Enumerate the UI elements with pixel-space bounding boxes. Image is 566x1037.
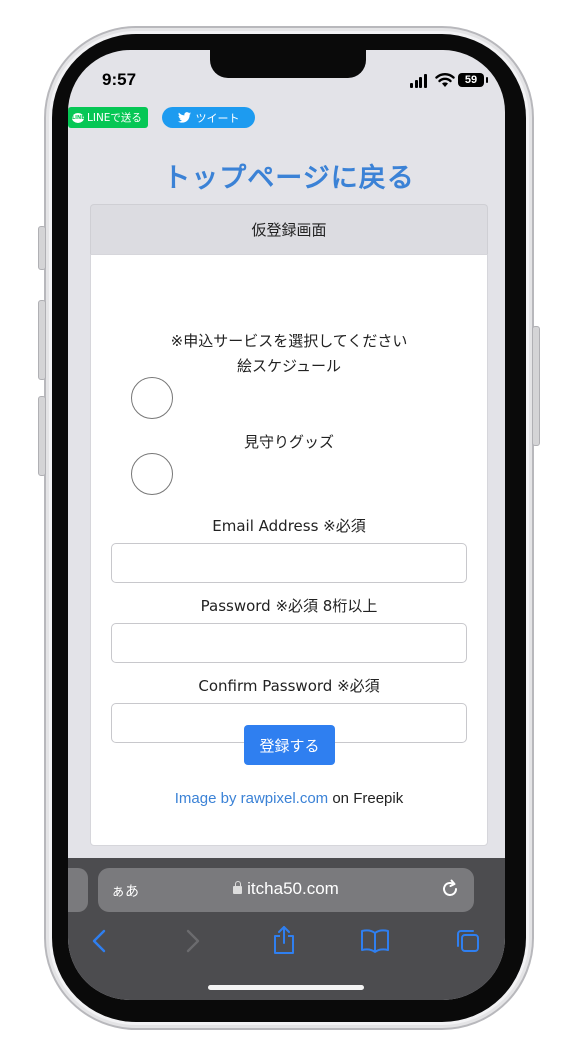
- tabs-icon[interactable]: [454, 928, 482, 954]
- top-page-link[interactable]: トップページに戻る: [68, 156, 505, 195]
- registration-form: ※申込サービスを選択してください 絵スケジュール 見守りグッズ Email Ad…: [90, 254, 488, 846]
- password-field[interactable]: [111, 623, 467, 663]
- phone-screen: 9:57 59 LINE LINEで送る ツイート トップページに戻る 仮登録画…: [68, 50, 505, 1000]
- image-credit: Image by rawpixel.com on Freepik: [91, 790, 487, 807]
- line-share-button[interactable]: LINE LINEで送る: [68, 107, 148, 128]
- password-label: Password ※必須 8桁以上: [200, 597, 378, 615]
- browser-toolbar: ぁあ itcha50.com: [68, 858, 505, 1000]
- address-bar[interactable]: ぁあ itcha50.com: [98, 868, 474, 912]
- home-indicator: [208, 985, 364, 990]
- twitter-bird-icon: [177, 112, 191, 123]
- status-icons: 59: [410, 72, 490, 90]
- status-time: 9:57: [102, 70, 137, 89]
- card-title: 仮登録画面: [90, 204, 488, 254]
- url-display: itcha50.com: [98, 879, 474, 899]
- share-icon[interactable]: [271, 925, 297, 955]
- option-label-watch-goods: 見守りグッズ: [243, 433, 334, 451]
- url-text: itcha50.com: [247, 879, 339, 898]
- mute-switch: [38, 226, 46, 270]
- notch: [210, 50, 366, 78]
- radio-watch-goods[interactable]: [131, 453, 173, 495]
- volume-up-button: [38, 300, 46, 380]
- radio-schedule[interactable]: [131, 377, 173, 419]
- forward-icon[interactable]: [180, 928, 204, 954]
- credit-suffix: on Freepik: [328, 790, 404, 807]
- option-label-schedule: 絵スケジュール: [237, 357, 341, 375]
- tweet-button[interactable]: ツイート: [162, 107, 255, 128]
- service-prompt: ※申込サービスを選択してください: [170, 332, 408, 350]
- line-logo-icon: LINE: [72, 112, 85, 123]
- power-button: [532, 326, 540, 446]
- email-label: Email Address ※必須: [212, 517, 366, 535]
- volume-down-button: [38, 396, 46, 476]
- reload-icon[interactable]: [438, 877, 462, 901]
- lock-icon: [233, 881, 243, 894]
- previous-tab-peek[interactable]: [68, 868, 88, 912]
- signal-icon: [410, 72, 430, 88]
- line-share-label: LINEで送る: [87, 112, 142, 124]
- battery-icon: 59: [458, 73, 488, 87]
- register-button[interactable]: 登録する: [244, 725, 335, 765]
- bookmarks-icon[interactable]: [360, 928, 390, 954]
- email-field[interactable]: [111, 543, 467, 583]
- browser-nav: [68, 925, 505, 958]
- tweet-label: ツイート: [195, 111, 240, 125]
- credit-link[interactable]: Image by rawpixel.com: [175, 790, 328, 807]
- confirm-password-label: Confirm Password ※必須: [198, 677, 380, 695]
- wifi-icon: [435, 73, 455, 87]
- back-icon[interactable]: [88, 928, 112, 954]
